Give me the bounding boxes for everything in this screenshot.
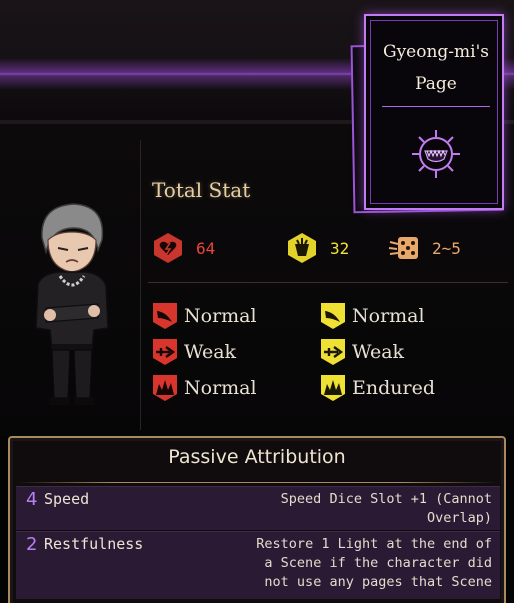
blunt-stagger-icon <box>320 374 346 402</box>
passive-name: Restfulness <box>44 535 144 553</box>
character-portrait <box>35 203 109 405</box>
hp-stat: 64 <box>152 230 215 266</box>
hp-blunt-resist: Normal <box>152 373 257 403</box>
passive-panel: Passive Attribution 4 Speed Speed Dice S… <box>8 436 506 603</box>
stagger-pierce-label: Weak <box>352 341 405 363</box>
passive-cost: 2 <box>26 534 38 555</box>
stagger-resist-icon <box>286 232 318 264</box>
pierce-stagger-icon <box>320 338 346 366</box>
passive-description: Speed Dice Slot +1 (Cannot Overlap) <box>280 491 492 526</box>
passive-item[interactable]: 4 Speed Speed Dice Slot +1 (Cannot Overl… <box>16 486 500 530</box>
blunt-resist-icon <box>152 374 178 402</box>
page-divider <box>382 106 490 107</box>
hp-pierce-label: Weak <box>184 341 237 363</box>
hp-slash-label: Normal <box>184 305 257 327</box>
stagger-slash-label: Normal <box>352 305 425 327</box>
hp-slash-resist: Normal <box>152 301 257 331</box>
stagger-stat: 32 <box>286 230 349 266</box>
hp-value: 64 <box>196 238 216 258</box>
stagger-pierce-resist: Weak <box>320 337 404 367</box>
speed-dice-icon <box>388 232 420 264</box>
passive-item[interactable]: 2 Restfulness Restore 1 Light at the end… <box>16 531 500 599</box>
vertical-divider <box>140 140 141 430</box>
slash-resist-icon <box>152 302 178 330</box>
passive-panel-divider <box>16 482 498 483</box>
total-stat-heading: Total Stat <box>152 178 251 202</box>
passive-description: Restore 1 Light at the end of a Scene if… <box>256 536 492 590</box>
spiked-mouth-emblem-icon <box>412 130 460 178</box>
hp-blunt-label: Normal <box>184 377 257 399</box>
slash-stagger-icon <box>320 302 346 330</box>
speed-value: 2~5 <box>432 238 461 258</box>
pierce-resist-icon <box>152 338 178 366</box>
page-title: Gyeong-mi's Page <box>382 42 489 94</box>
hp-pierce-resist: Weak <box>152 337 236 367</box>
passive-name: Speed <box>44 490 90 508</box>
page-card-front: Gyeong-mi's Page <box>364 14 504 210</box>
stagger-slash-resist: Normal <box>320 301 425 331</box>
passive-cost: 4 <box>26 489 38 510</box>
stagger-blunt-label: Endured <box>352 377 435 399</box>
stagger-blunt-resist: Endured <box>320 373 435 403</box>
speed-stat: 2~5 <box>388 230 461 266</box>
stats-divider <box>148 282 508 283</box>
key-page-card[interactable]: Gyeong-mi's Page <box>350 12 504 214</box>
passive-panel-title: Passive Attribution <box>168 446 346 468</box>
stagger-value: 32 <box>330 238 350 258</box>
hp-heart-icon <box>152 232 184 264</box>
